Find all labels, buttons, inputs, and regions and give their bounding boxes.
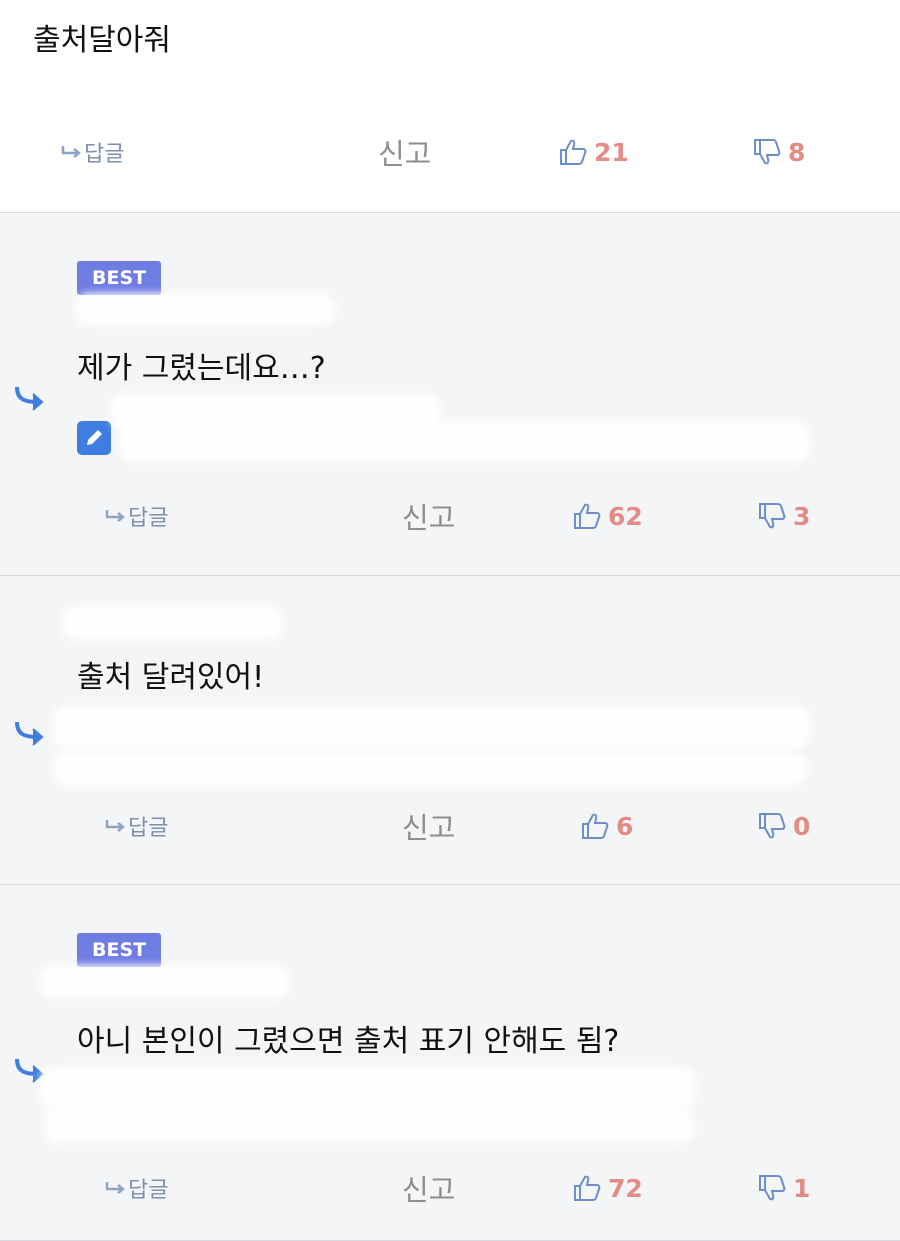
thumbs-down-icon — [759, 813, 786, 839]
dislike-button[interactable]: 3 — [757, 496, 810, 536]
like-button[interactable]: 62 — [572, 496, 643, 536]
reply-label: 답글 — [128, 816, 169, 841]
dislike-count: 3 — [793, 501, 811, 531]
dislike-count: 0 — [793, 811, 811, 841]
reply-button[interactable]: 답글 — [60, 132, 124, 172]
report-label: 신고 — [378, 137, 432, 171]
like-count: 72 — [608, 1173, 643, 1203]
comment-actions: 답글 신고 6 0 — [0, 806, 900, 846]
thumbs-up-icon — [560, 139, 587, 165]
comment-text: 아니 본인이 그렸으면 출처 표기 안해도 됨? — [77, 1024, 620, 1059]
report-label: 신고 — [402, 501, 456, 535]
reply-arrow-icon — [105, 1182, 126, 1194]
best-badge: BEST — [77, 933, 162, 967]
like-button[interactable]: 6 — [580, 806, 633, 846]
comment-actions: 답글 신고 62 3 — [0, 496, 900, 536]
reply-arrow-icon — [105, 820, 126, 832]
dislike-count: 8 — [788, 137, 806, 167]
reply-button[interactable]: 답글 — [104, 806, 168, 846]
comment-text: 출처 달려있어! — [77, 660, 265, 695]
redacted-content — [0, 70, 690, 110]
reply-label: 답글 — [84, 142, 125, 167]
redacted-author — [40, 965, 290, 999]
report-button[interactable]: 신고 — [402, 1168, 455, 1208]
redacted-content — [40, 1067, 695, 1109]
comment-item: 출처 달려있어! 답글 신고 6 0 — [0, 576, 900, 885]
edit-pencil-icon[interactable] — [77, 421, 111, 455]
comment-actions: 답글 신고 21 8 — [0, 132, 900, 172]
like-button[interactable]: 21 — [558, 132, 629, 172]
reply-button[interactable]: 답글 — [104, 496, 168, 536]
best-badge: BEST — [77, 261, 162, 295]
comment-text: 제가 그렸는데요…? — [77, 351, 326, 386]
redacted-author — [62, 606, 284, 640]
redacted-content — [52, 706, 810, 748]
dislike-button[interactable]: 0 — [757, 806, 810, 846]
redacted-content — [120, 421, 810, 463]
dislike-button[interactable]: 1 — [757, 1168, 810, 1208]
report-button[interactable]: 신고 — [402, 496, 455, 536]
redacted-content — [52, 752, 807, 786]
dislike-count: 1 — [793, 1173, 811, 1203]
like-count: 6 — [616, 811, 634, 841]
thumbs-down-icon — [754, 139, 781, 165]
like-button[interactable]: 72 — [572, 1168, 643, 1208]
reply-arrow-icon — [105, 510, 126, 522]
report-label: 신고 — [402, 811, 456, 845]
reply-arrow-icon — [61, 146, 82, 158]
thumbs-down-icon — [759, 503, 786, 529]
comment-item: BEST 제가 그렸는데요…? 답글 신고 62 3 — [0, 213, 900, 576]
thumbs-up-icon — [574, 1175, 601, 1201]
like-count: 62 — [608, 501, 643, 531]
thumbs-up-icon — [582, 813, 609, 839]
reply-arrow-icon — [15, 386, 44, 411]
report-button[interactable]: 신고 — [402, 806, 455, 846]
thumbs-up-icon — [574, 503, 601, 529]
like-count: 21 — [594, 137, 629, 167]
reply-label: 답글 — [128, 506, 169, 531]
comment-actions: 답글 신고 72 1 — [0, 1168, 900, 1208]
report-label: 신고 — [402, 1173, 456, 1207]
thumbs-down-icon — [759, 1175, 786, 1201]
redacted-content — [44, 1107, 694, 1143]
report-button[interactable]: 신고 — [378, 132, 431, 172]
dislike-button[interactable]: 8 — [752, 132, 805, 172]
comment-item: 출처달아줘 답글 신고 21 8 — [0, 0, 900, 213]
reply-arrow-icon — [15, 721, 44, 746]
comment-text: 출처달아줘 — [33, 23, 171, 58]
comment-item: BEST 아니 본인이 그렸으면 출처 표기 안해도 됨? 답글 신고 72 1 — [0, 885, 900, 1241]
reply-label: 답글 — [128, 1178, 169, 1203]
reply-button[interactable]: 답글 — [104, 1168, 168, 1208]
redacted-author — [75, 293, 335, 325]
